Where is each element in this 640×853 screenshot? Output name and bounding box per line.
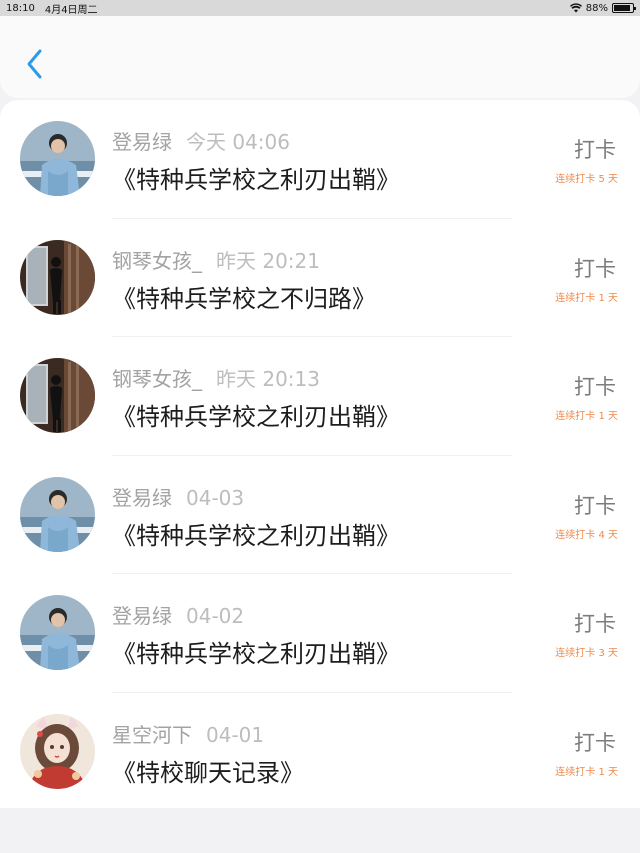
item-meta: 登易绿 04-03 xyxy=(112,482,244,511)
author-name[interactable]: 登易绿 xyxy=(112,486,172,510)
list-item-2[interactable]: 钢琴女孩_ 昨天 20:21 《特种兵学校之不归路》 打卡 连续打卡 1 天 xyxy=(0,219,640,337)
item-meta: 登易绿 今天 04:06 xyxy=(112,126,290,155)
post-time: 昨天 20:13 xyxy=(216,367,320,391)
checkin-button[interactable]: 打卡 xyxy=(574,490,616,520)
streak-label: 连续打卡 4 天 xyxy=(555,529,618,541)
checkin-button[interactable]: 打卡 xyxy=(574,253,616,283)
book-title[interactable]: 《特种兵学校之利刃出鞘》 xyxy=(112,397,400,432)
streak-label: 连续打卡 1 天 xyxy=(555,292,618,304)
battery-icon xyxy=(612,3,636,13)
avatar-man-blue-image xyxy=(20,476,95,552)
post-time: 昨天 20:21 xyxy=(216,248,320,273)
list-item-4[interactable]: 登易绿 04-03 《特种兵学校之利刃出鞘》 打卡 连续打卡 4 天 xyxy=(0,456,640,574)
status-time: 18:10 xyxy=(6,2,35,14)
book-title[interactable]: 《特校聊天记录》 xyxy=(112,753,304,788)
author-name[interactable]: 钢琴女孩_ xyxy=(112,249,202,273)
author-name[interactable]: 登易绿 xyxy=(112,604,172,628)
author-name[interactable]: 钢琴女孩_ xyxy=(112,367,202,391)
avatar-silhouette-image xyxy=(20,358,95,433)
status-right: 88% xyxy=(569,2,636,14)
post-time: 04-01 xyxy=(206,722,265,747)
list-item-5[interactable]: 登易绿 04-02 《特种兵学校之利刃出鞘》 打卡 连续打卡 3 天 xyxy=(0,574,640,693)
checkin-button[interactable]: 打卡 xyxy=(574,608,616,638)
battery-percent: 88% xyxy=(585,2,608,14)
item-meta: 星空河下 04-01 xyxy=(112,719,264,748)
book-title[interactable]: 《特种兵学校之利刃出鞘》 xyxy=(112,160,400,195)
avatar-man-blue-image xyxy=(20,595,95,670)
streak-label: 连续打卡 1 天 xyxy=(555,766,618,778)
avatar[interactable] xyxy=(20,239,95,315)
checkin-list: 登易绿 今天 04:06 《特种兵学校之利刃出鞘》 打卡 连续打卡 5 天 钢琴女… xyxy=(0,100,640,808)
author-name[interactable]: 登易绿 xyxy=(112,130,172,154)
checkin-button[interactable]: 打卡 xyxy=(574,371,616,401)
post-time: 04-03 xyxy=(186,485,245,510)
list-item-6[interactable]: 星空河下 04-01 《特校聊天记录》 打卡 连续打卡 1 天 xyxy=(0,693,640,809)
checkin-button[interactable]: 打卡 xyxy=(574,727,616,757)
list-item-1[interactable]: 登易绿 今天 04:06 《特种兵学校之利刃出鞘》 打卡 连续打卡 5 天 xyxy=(0,100,640,219)
avatar[interactable] xyxy=(20,595,95,670)
chevron-left-icon xyxy=(27,49,42,79)
streak-label: 连续打卡 3 天 xyxy=(555,648,618,659)
avatar-silhouette-image xyxy=(20,239,95,315)
avatar[interactable] xyxy=(20,713,95,789)
book-title[interactable]: 《特种兵学校之不归路》 xyxy=(112,279,376,314)
post-time: 今天 04:06 xyxy=(186,130,290,154)
status-date: 4月4日周二 xyxy=(44,4,98,16)
item-meta: 钢琴女孩_ 昨天 20:13 xyxy=(112,363,320,392)
item-meta: 钢琴女孩_ 昨天 20:21 xyxy=(112,245,320,274)
book-title[interactable]: 《特种兵学校之利刃出鞘》 xyxy=(112,516,400,551)
battery-level xyxy=(614,5,630,11)
avatar[interactable] xyxy=(20,121,95,196)
avatar[interactable] xyxy=(20,476,95,552)
avatar[interactable] xyxy=(20,358,95,433)
status-bar: 18:10 4月4日周二 88% xyxy=(0,0,640,16)
author-name[interactable]: 星空河下 xyxy=(112,723,192,747)
list-item-3[interactable]: 钢琴女孩_ 昨天 20:13 《特种兵学校之利刃出鞘》 打卡 连续打卡 1 天 xyxy=(0,337,640,456)
post-time: 04-02 xyxy=(186,604,245,628)
avatar-anime-girl-image xyxy=(20,713,95,789)
avatar-man-blue-image xyxy=(20,121,95,196)
nav-bar xyxy=(0,16,640,98)
streak-label: 连续打卡 5 天 xyxy=(555,174,618,185)
checkin-button[interactable]: 打卡 xyxy=(574,134,616,164)
item-meta: 登易绿 04-02 xyxy=(112,600,244,629)
back-button[interactable] xyxy=(20,46,50,82)
streak-label: 连续打卡 1 天 xyxy=(555,411,618,422)
wifi-icon xyxy=(569,3,582,13)
book-title[interactable]: 《特种兵学校之利刃出鞘》 xyxy=(112,634,400,669)
